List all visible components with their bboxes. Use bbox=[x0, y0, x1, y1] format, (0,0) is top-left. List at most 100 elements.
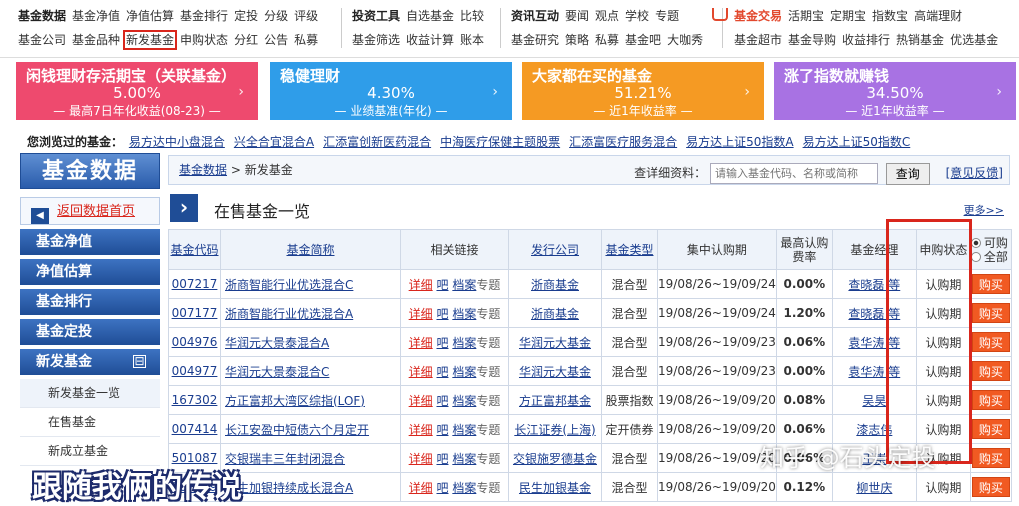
nav-link[interactable]: 指数宝 bbox=[872, 9, 908, 23]
fund-name-link[interactable]: 华润元大景泰混合C bbox=[225, 365, 329, 379]
sidebar-subitem[interactable]: 新发基金一览 bbox=[20, 379, 160, 408]
sidebar-menu-item[interactable]: 基金净值 bbox=[20, 229, 160, 255]
nav-link[interactable]: 策略 bbox=[565, 33, 589, 47]
archive-link[interactable]: 档案 bbox=[452, 365, 476, 379]
fund-name-link[interactable]: 长江安盈中短债六个月定开 bbox=[225, 423, 369, 437]
fund-code-link[interactable]: 167302 bbox=[172, 393, 218, 407]
sidebar-menu-item[interactable]: 新发基金 ⊟ bbox=[20, 349, 160, 375]
nav-link[interactable]: 定期宝 bbox=[830, 9, 866, 23]
nav-link-new-funds[interactable]: 新发基金 bbox=[123, 30, 178, 50]
nav-link[interactable]: 收益计算 bbox=[406, 33, 454, 47]
buy-button[interactable]: 购买 bbox=[971, 332, 1010, 352]
buy-button[interactable]: 购买 bbox=[971, 303, 1010, 323]
company-link[interactable]: 浙商基金 bbox=[531, 278, 579, 292]
bar-link[interactable]: 吧 bbox=[436, 365, 448, 379]
fund-code-link[interactable]: 007414 bbox=[172, 422, 218, 436]
fund-name-link[interactable]: 浙商智能行业优选混合A bbox=[225, 307, 353, 321]
company-link[interactable]: 民生加银基金 bbox=[519, 481, 591, 495]
recent-fund-link[interactable]: 易方达上证50指数C bbox=[803, 135, 911, 149]
nav-link[interactable]: 基金研究 bbox=[511, 33, 559, 47]
detail-link[interactable]: 详细 bbox=[409, 278, 433, 292]
nav-link[interactable]: 评级 bbox=[294, 9, 318, 23]
bar-link[interactable]: 吧 bbox=[436, 481, 448, 495]
nav-link[interactable]: 申购状态 bbox=[180, 33, 228, 47]
bar-link[interactable]: 吧 bbox=[436, 394, 448, 408]
nav-section-heading[interactable]: 投资工具 bbox=[352, 9, 400, 23]
topic-link[interactable]: 专题 bbox=[476, 394, 500, 408]
buy-button[interactable]: 购买 bbox=[971, 274, 1010, 294]
fund-code-link[interactable]: 004976 bbox=[172, 335, 218, 349]
nav-link[interactable]: 基金筛选 bbox=[352, 33, 400, 47]
archive-link[interactable]: 档案 bbox=[452, 481, 476, 495]
manager-link[interactable]: 柳世庆 bbox=[856, 481, 892, 495]
detail-link[interactable]: 详细 bbox=[409, 423, 433, 437]
nav-link[interactable]: 账本 bbox=[460, 33, 484, 47]
archive-link[interactable]: 档案 bbox=[452, 452, 476, 466]
column-header[interactable]: 发行公司 bbox=[508, 229, 602, 270]
nav-section-heading[interactable]: 资讯互动 bbox=[511, 9, 559, 23]
manager-link[interactable]: 吴昊 bbox=[862, 394, 886, 408]
fund-name-link[interactable]: 华润元大景泰混合A bbox=[225, 336, 329, 350]
banner-index[interactable]: 涨了指数就赚钱 34.50% — 近1年收益率 — › bbox=[774, 62, 1016, 120]
nav-section-heading[interactable]: 基金数据 bbox=[18, 9, 66, 23]
fund-name-link[interactable]: 浙商智能行业优选混合C bbox=[225, 278, 353, 292]
nav-link[interactable]: 活期宝 bbox=[788, 9, 824, 23]
archive-link[interactable]: 档案 bbox=[452, 307, 476, 321]
collapse-icon[interactable]: ⊟ bbox=[133, 355, 146, 368]
buy-button[interactable]: 购买 bbox=[971, 361, 1010, 381]
nav-link[interactable]: 基金品种 bbox=[72, 33, 120, 47]
archive-link[interactable]: 档案 bbox=[452, 423, 476, 437]
bar-link[interactable]: 吧 bbox=[436, 452, 448, 466]
topic-link[interactable]: 专题 bbox=[476, 365, 500, 379]
nav-link[interactable]: 基金净值 bbox=[72, 9, 120, 23]
nav-link[interactable]: 私募 bbox=[595, 33, 619, 47]
detail-link[interactable]: 详细 bbox=[409, 336, 433, 350]
sidebar-menu-item[interactable]: 基金定投 bbox=[20, 319, 160, 345]
topic-link[interactable]: 专题 bbox=[476, 336, 500, 350]
nav-link[interactable]: 比较 bbox=[460, 9, 484, 23]
detail-link[interactable]: 详细 bbox=[409, 307, 433, 321]
buy-button[interactable]: 购买 bbox=[971, 448, 1010, 468]
nav-section-heading[interactable]: 基金交易 bbox=[734, 9, 782, 23]
fund-name-link[interactable]: 民生加银持续成长混合A bbox=[225, 481, 353, 495]
fund-code-link[interactable]: 004977 bbox=[172, 364, 218, 378]
nav-link[interactable]: 高端理财 bbox=[914, 9, 962, 23]
detail-link[interactable]: 详细 bbox=[409, 365, 433, 379]
sidebar-subitem[interactable]: 在售基金 bbox=[20, 408, 160, 437]
banner-huoqibao[interactable]: 闲钱理财存活期宝（关联基金） 5.00% — 最高7日年化收益(08-23) —… bbox=[16, 62, 258, 120]
nav-link[interactable]: 基金吧 bbox=[625, 33, 661, 47]
nav-link[interactable]: 基金导购 bbox=[788, 33, 836, 47]
archive-link[interactable]: 档案 bbox=[452, 278, 476, 292]
nav-link[interactable]: 专题 bbox=[655, 9, 679, 23]
nav-link[interactable]: 分级 bbox=[264, 9, 288, 23]
recent-fund-link[interactable]: 易方达中小盘混合 bbox=[129, 135, 225, 149]
company-link[interactable]: 华润元大基金 bbox=[519, 365, 591, 379]
company-link[interactable]: 交银施罗德基金 bbox=[513, 452, 597, 466]
topic-link[interactable]: 专题 bbox=[476, 481, 500, 495]
nav-link[interactable]: 观点 bbox=[595, 9, 619, 23]
nav-link[interactable]: 基金超市 bbox=[734, 33, 782, 47]
column-header[interactable]: 基金代码 bbox=[168, 229, 221, 270]
fund-code-link[interactable]: 007217 bbox=[172, 277, 218, 291]
company-link[interactable]: 华润元大基金 bbox=[519, 336, 591, 350]
nav-link[interactable]: 优选基金 bbox=[950, 33, 998, 47]
topic-link[interactable]: 专题 bbox=[476, 278, 500, 292]
sidebar-menu-item[interactable]: 基金排行 bbox=[20, 289, 160, 315]
detail-link[interactable]: 详细 bbox=[409, 452, 433, 466]
buy-button[interactable]: 购买 bbox=[971, 477, 1010, 497]
nav-link[interactable]: 自选基金 bbox=[406, 9, 454, 23]
nav-link[interactable]: 公告 bbox=[264, 33, 288, 47]
company-link[interactable]: 方正富邦基金 bbox=[519, 394, 591, 408]
nav-link[interactable]: 热销基金 bbox=[896, 33, 944, 47]
query-button[interactable]: 查询 bbox=[885, 162, 930, 185]
topic-link[interactable]: 专题 bbox=[476, 452, 500, 466]
more-link[interactable]: 更多>> bbox=[964, 202, 1004, 218]
nav-link[interactable]: 基金公司 bbox=[18, 33, 66, 47]
nav-link[interactable]: 基金排行 bbox=[180, 9, 228, 23]
archive-link[interactable]: 档案 bbox=[452, 336, 476, 350]
nav-link[interactable]: 收益排行 bbox=[842, 33, 890, 47]
breadcrumb-home[interactable]: 基金数据 bbox=[179, 163, 227, 177]
nav-link[interactable]: 私募 bbox=[294, 33, 318, 47]
bar-link[interactable]: 吧 bbox=[436, 307, 448, 321]
nav-link[interactable]: 净值估算 bbox=[126, 9, 174, 23]
